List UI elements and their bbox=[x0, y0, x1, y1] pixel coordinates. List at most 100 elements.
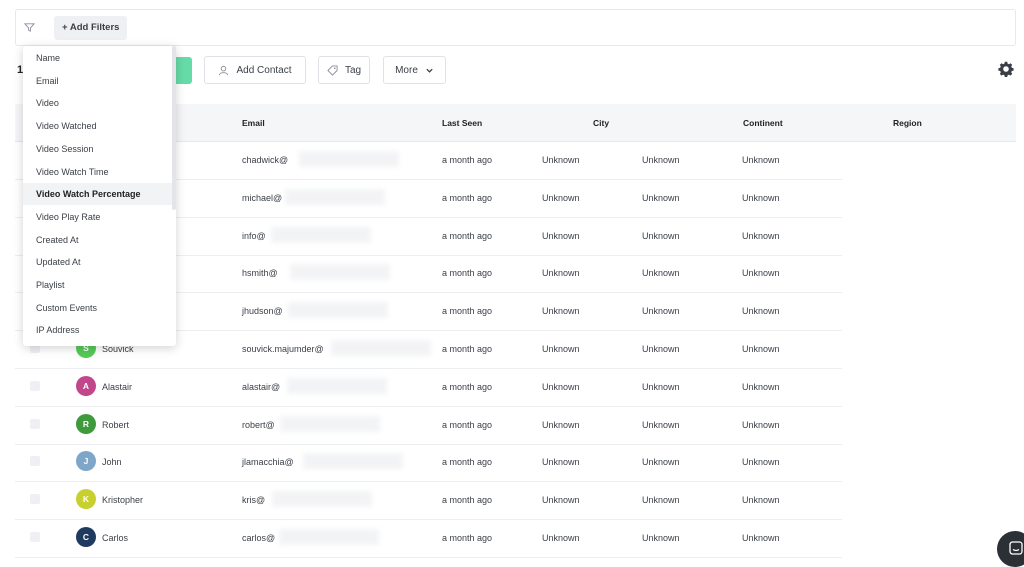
table-row[interactable]: K Kristopher kris@ a month ago Unknown Unknow… bbox=[15, 482, 842, 521]
region-value: Unknown bbox=[742, 457, 780, 468]
filter-option[interactable]: Video Play Rate bbox=[23, 206, 172, 228]
column-header-email[interactable]: Email bbox=[242, 118, 265, 128]
column-header-city[interactable]: City bbox=[593, 118, 609, 128]
row-checkbox[interactable] bbox=[30, 532, 40, 542]
avatar: R bbox=[76, 413, 96, 434]
redacted-email-domain bbox=[299, 151, 399, 167]
more-button[interactable]: More bbox=[383, 56, 446, 84]
city-value: Unknown bbox=[542, 192, 580, 203]
last-seen: a month ago bbox=[442, 419, 493, 430]
last-seen: a month ago bbox=[442, 268, 493, 279]
row-checkbox[interactable] bbox=[30, 494, 40, 505]
continent-value: Unknown bbox=[642, 192, 680, 203]
continent-value: Unknown bbox=[642, 419, 680, 430]
filter-option[interactable]: Created At bbox=[23, 229, 172, 251]
last-seen: a month ago bbox=[442, 457, 493, 468]
filter-option[interactable]: Name bbox=[23, 47, 172, 69]
contact-name[interactable]: Kristopher bbox=[102, 495, 143, 505]
city-value: Unknown bbox=[542, 533, 580, 543]
contact-email: robert@ bbox=[242, 419, 275, 430]
add-contact-button[interactable]: Add Contact bbox=[204, 56, 306, 84]
city-value: Unknown bbox=[542, 457, 580, 468]
filter-option[interactable]: Video Watched bbox=[23, 115, 172, 137]
last-seen: a month ago bbox=[442, 230, 493, 241]
table-row[interactable]: R Robert robert@ a month ago Unknown Unknown U… bbox=[15, 407, 842, 445]
contact-name[interactable]: Robert bbox=[102, 420, 129, 430]
redacted-email-domain bbox=[285, 188, 385, 205]
region-value: Unknown bbox=[742, 230, 780, 241]
continent-value: Unknown bbox=[642, 268, 680, 279]
chevron-down-icon bbox=[426, 68, 433, 73]
city-value: Unknown bbox=[542, 230, 580, 241]
row-checkbox[interactable] bbox=[30, 456, 40, 467]
contact-email: kris@ bbox=[242, 495, 266, 506]
filter-bar: + Add Filters bbox=[15, 9, 1016, 46]
add-contact-label: Add Contact bbox=[236, 64, 292, 76]
last-seen: a month ago bbox=[442, 533, 493, 543]
last-seen: a month ago bbox=[442, 344, 493, 354]
table-row[interactable]: C Carlos carlos@ a month ago Unknown Unknown U… bbox=[15, 520, 842, 558]
filter-option[interactable]: Updated At bbox=[23, 251, 172, 273]
avatar: J bbox=[76, 451, 96, 472]
city-value: Unknown bbox=[542, 268, 580, 279]
contact-email: alastair@ bbox=[242, 381, 281, 392]
tag-button[interactable]: Tag bbox=[318, 56, 370, 84]
filter-option[interactable]: IP Address bbox=[23, 319, 172, 341]
contact-name[interactable]: Carlos bbox=[102, 533, 128, 543]
continent-value: Unknown bbox=[642, 344, 680, 354]
last-seen: a month ago bbox=[442, 155, 493, 165]
contact-name[interactable]: John bbox=[102, 457, 122, 467]
filter-option[interactable]: Video Session bbox=[23, 138, 172, 160]
last-seen: a month ago bbox=[442, 495, 493, 506]
redacted-email-domain bbox=[287, 377, 387, 394]
avatar: A bbox=[76, 375, 96, 396]
avatar: C bbox=[76, 527, 96, 547]
filter-option[interactable]: Email bbox=[23, 70, 172, 92]
continent-value: Unknown bbox=[642, 155, 680, 165]
region-value: Unknown bbox=[742, 306, 780, 317]
contact-email: souvick.majumder@ bbox=[242, 344, 324, 354]
filter-option[interactable]: Video bbox=[23, 92, 172, 114]
last-seen: a month ago bbox=[442, 381, 493, 392]
contact-email: carlos@ bbox=[242, 533, 276, 543]
continent-value: Unknown bbox=[642, 457, 680, 468]
column-header-continent[interactable]: Continent bbox=[743, 118, 783, 128]
add-filters-button[interactable]: + Add Filters bbox=[54, 16, 128, 40]
region-value: Unknown bbox=[742, 344, 780, 354]
column-header-last-seen[interactable]: Last Seen bbox=[442, 118, 482, 128]
redacted-email-domain bbox=[272, 491, 372, 508]
last-seen: a month ago bbox=[442, 306, 493, 317]
gear-icon[interactable] bbox=[998, 61, 1014, 77]
filter-option[interactable]: Custom Events bbox=[23, 297, 172, 319]
redacted-email-domain bbox=[280, 415, 380, 432]
filter-option[interactable]: Playlist bbox=[23, 274, 172, 296]
contact-email: info@ bbox=[242, 230, 266, 241]
last-seen: a month ago bbox=[442, 192, 493, 203]
filter-option[interactable]: Video Watch Time bbox=[23, 161, 172, 183]
tag-label: Tag bbox=[344, 64, 362, 76]
continent-value: Unknown bbox=[642, 230, 680, 241]
continent-value: Unknown bbox=[642, 381, 680, 392]
redacted-email-domain bbox=[271, 226, 371, 243]
filter-dropdown: Name Email Video Video Watched Video Session… bbox=[23, 46, 176, 346]
row-checkbox[interactable] bbox=[30, 380, 40, 391]
city-value: Unknown bbox=[542, 495, 580, 506]
contact-email: michael@ bbox=[242, 192, 283, 203]
contact-name[interactable]: Alastair bbox=[102, 382, 132, 392]
row-checkbox[interactable] bbox=[30, 418, 40, 429]
city-value: Unknown bbox=[542, 306, 580, 317]
contact-email: jhudson@ bbox=[242, 306, 283, 317]
table-row[interactable]: A Alastair alastair@ a month ago Unknown Unkn… bbox=[15, 369, 842, 407]
contact-email: chadwick@ bbox=[242, 155, 289, 165]
filter-icon[interactable] bbox=[24, 22, 35, 33]
redacted-email-domain bbox=[288, 302, 388, 319]
redacted-email-domain bbox=[290, 264, 390, 281]
table-row[interactable]: J John jlamacchia@ a month ago Unknown Unknow… bbox=[15, 444, 842, 483]
dropdown-scrollbar[interactable] bbox=[172, 46, 176, 210]
column-header-region[interactable]: Region bbox=[893, 118, 922, 128]
chat-icon bbox=[1009, 541, 1023, 555]
avatar: K bbox=[76, 489, 96, 510]
more-label: More bbox=[395, 64, 418, 76]
redacted-email-domain bbox=[331, 340, 431, 356]
filter-option[interactable]: Video Watch Percentage bbox=[23, 183, 172, 206]
